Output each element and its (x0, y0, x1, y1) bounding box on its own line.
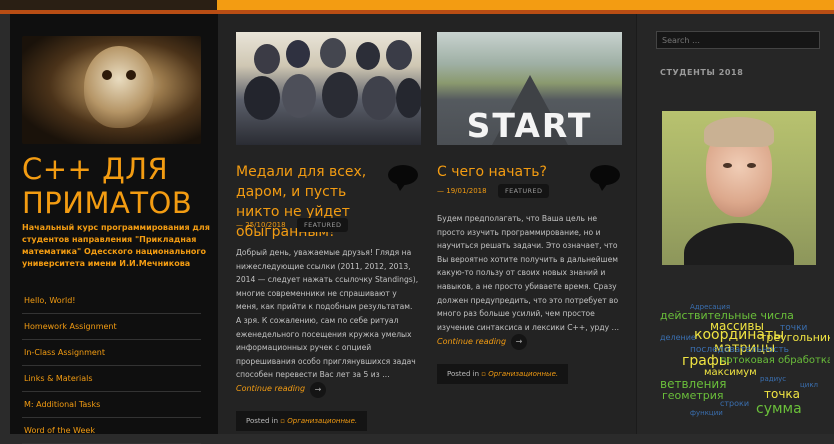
nav-item-word-of-the-week[interactable]: Word of the Week (22, 418, 201, 444)
portrait-eye-right (747, 163, 756, 168)
posted-in-label: Posted in (246, 417, 279, 425)
student-photo[interactable] (662, 111, 816, 265)
tag-cloud-item[interactable]: сумма (756, 402, 802, 416)
arrow-right-icon[interactable]: → (511, 334, 527, 350)
thumbnail-person (362, 76, 396, 120)
nav-item-hello-world[interactable]: Hello, World! (22, 288, 201, 314)
continue-reading-link[interactable]: Continue reading (236, 384, 305, 393)
posted-in-label: Posted in (447, 370, 480, 378)
post-excerpt: Будем предполагать, что Ваша цель не про… (437, 214, 620, 332)
thumbnail-person (356, 42, 380, 70)
tag-cloud-item[interactable]: точка (764, 388, 800, 400)
top-accent-bar (0, 0, 834, 10)
arrow-right-icon[interactable]: → (310, 382, 326, 398)
start-road-text: START (466, 106, 593, 145)
thumbnail-person (322, 72, 358, 118)
site-logo-monkey[interactable] (22, 36, 201, 144)
featured-badge[interactable]: FEATURED (498, 184, 550, 198)
nav-item-homework-assignment[interactable]: Homework Assignment (22, 314, 201, 340)
tag-cloud-item[interactable]: потоковая обработка (720, 356, 830, 366)
portrait-hair (704, 117, 774, 147)
nav-item-in-class-assignment[interactable]: In-Class Assignment (22, 340, 201, 366)
post-date[interactable]: — 25/10/2018 (236, 221, 286, 229)
folder-icon: ▫ (280, 417, 285, 425)
thumbnail-person (244, 76, 280, 120)
thumbnail-person (386, 40, 412, 70)
thumbnail-person (320, 38, 346, 68)
post-thumbnail-start[interactable]: START (437, 32, 622, 145)
featured-badge[interactable]: FEATURED (297, 218, 349, 232)
comment-bubble-icon[interactable] (388, 165, 418, 191)
post-date[interactable]: — 19/01/2018 (437, 187, 487, 195)
posted-in-box: Posted in ▫ Организационные. (236, 411, 368, 431)
portrait-eye-left (723, 163, 732, 168)
tag-cloud-item[interactable]: деление (660, 334, 696, 342)
category-link[interactable]: Организационные. (287, 417, 357, 425)
post-date-value: 19/01/2018 (446, 187, 487, 195)
tag-cloud-item[interactable]: строки (720, 400, 749, 408)
thumbnail-person (282, 74, 316, 118)
monkey-eye-right (126, 70, 136, 80)
category-link[interactable]: Организационные. (488, 370, 558, 378)
posted-in-box: Posted in ▫ Организационные. (437, 364, 569, 384)
post-thumbnail-medals[interactable] (236, 32, 421, 145)
monkey-face (84, 46, 154, 128)
tag-cloud-item[interactable]: цикл (800, 382, 818, 389)
tag-cloud-item[interactable]: радиус (760, 376, 786, 383)
continue-reading-link[interactable]: Continue reading (437, 337, 506, 346)
nav-item-links-materials[interactable]: Links & Materials (22, 366, 201, 392)
post-date-value: 25/10/2018 (245, 221, 286, 229)
monkey-eye-left (102, 70, 112, 80)
post-title[interactable]: С чего начать? (437, 162, 587, 182)
thumbnail-person (286, 40, 310, 68)
post-excerpt: Добрый день, уважаемые друзья! Глядя на … (236, 248, 419, 380)
thumbnail-person (396, 78, 421, 118)
thumbnail-person (254, 44, 280, 74)
site-title[interactable]: C++ ДЛЯ ПРИМАТОВ (22, 152, 212, 220)
tag-cloud: Адресация действительные числа массивы коор… (660, 300, 830, 434)
site-description: Начальный курс программирования для студ… (22, 223, 210, 268)
nav-item-additional-tasks[interactable]: M: Additional Tasks (22, 392, 201, 418)
search-input[interactable] (656, 31, 820, 49)
comment-bubble-icon[interactable] (590, 165, 620, 191)
tag-cloud-item[interactable]: функции (690, 410, 723, 417)
widget-title: СТУДЕНТЫ 2018 (660, 68, 744, 77)
portrait-shirt (684, 223, 794, 265)
main-navigation: Hello, World! Homework Assignment In-Cla… (22, 288, 201, 444)
folder-icon: ▫ (481, 370, 486, 378)
tag-cloud-item[interactable]: геометрия (662, 390, 724, 401)
